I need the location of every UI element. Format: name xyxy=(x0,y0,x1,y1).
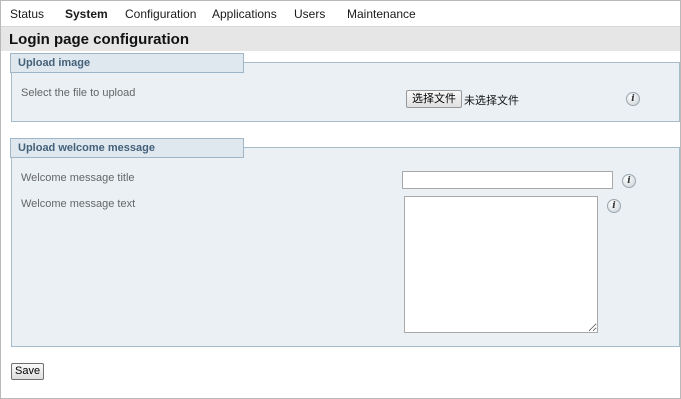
welcome-text-area[interactable] xyxy=(404,196,598,333)
nav-item-users[interactable]: Users xyxy=(294,7,325,21)
info-icon[interactable]: i xyxy=(626,92,640,106)
page-title: Login page configuration xyxy=(9,31,189,48)
select-file-label: Select the file to upload xyxy=(21,87,136,99)
info-icon[interactable]: i xyxy=(607,199,621,213)
choose-file-button[interactable]: 选择文件 xyxy=(406,90,462,108)
save-button[interactable]: Save xyxy=(11,363,45,380)
nav-item-maintenance[interactable]: Maintenance xyxy=(347,7,416,21)
welcome-title-input[interactable] xyxy=(402,171,613,189)
title-bar: Login page configuration xyxy=(1,26,680,51)
upload-image-legend: Upload image xyxy=(10,53,244,73)
welcome-title-label: Welcome message title xyxy=(21,172,135,184)
nav-item-status[interactable]: Status xyxy=(10,7,44,21)
nav-item-system[interactable]: System xyxy=(65,7,108,21)
info-icon[interactable]: i xyxy=(622,174,636,188)
top-nav: Status System Configuration Applications… xyxy=(1,1,680,26)
file-status-text: 未选择文件 xyxy=(464,94,519,107)
nav-item-configuration[interactable]: Configuration xyxy=(125,7,196,21)
upload-image-panel: Upload image Select the file to upload 选… xyxy=(10,53,680,122)
welcome-text-label: Welcome message text xyxy=(21,198,136,210)
nav-item-applications[interactable]: Applications xyxy=(212,7,277,21)
welcome-message-panel: Upload welcome message Welcome message t… xyxy=(10,138,680,347)
welcome-message-legend: Upload welcome message xyxy=(10,138,244,158)
